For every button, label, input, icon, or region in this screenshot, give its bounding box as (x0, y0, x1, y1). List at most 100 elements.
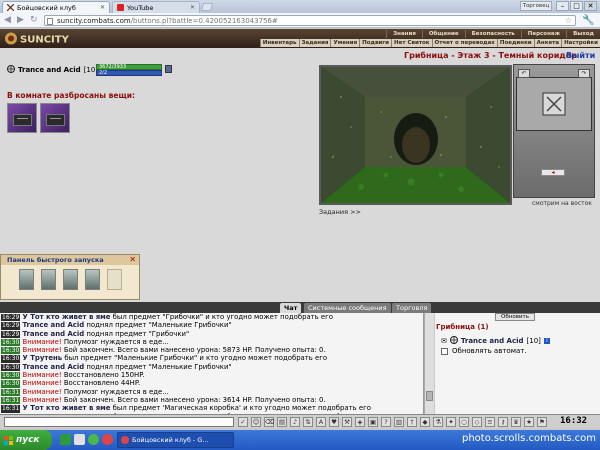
bag-icon[interactable]: ▣ (368, 417, 378, 427)
chat-sender-name[interactable]: Trance and Acid (23, 321, 85, 329)
chat-timestamp[interactable]: 16:31 (1, 388, 21, 396)
ring-icon[interactable]: ○ (459, 417, 469, 427)
tools-icon[interactable]: ⚒ (342, 417, 352, 427)
menu-communication[interactable]: Общение (421, 30, 465, 38)
tab-youtube[interactable]: YouTube ✕ (112, 1, 200, 13)
chrome-icon[interactable] (102, 434, 113, 445)
menu-inventory[interactable]: Инвентарь (259, 39, 299, 47)
auto-refresh-option[interactable]: Обновлять автомат. (441, 347, 527, 355)
chat-timestamp[interactable]: 16:29 (1, 322, 21, 330)
chat-timestamp[interactable]: 16:29 (1, 314, 21, 322)
refresh-button[interactable]: Обновить (495, 313, 535, 321)
menu-exit[interactable]: Выход (566, 30, 600, 38)
tab-fight-club[interactable]: Бойцовский клуб ✕ (2, 1, 110, 13)
gem-icon[interactable]: ◇ (472, 417, 482, 427)
exit-link[interactable]: Выйти (566, 51, 595, 60)
star-icon[interactable]: ★ (524, 417, 534, 427)
suncity-logo[interactable]: SUNCITY (4, 31, 76, 46)
menu-skills[interactable]: Умения (330, 39, 359, 47)
tab-trade[interactable]: Торговля (392, 303, 432, 313)
tab-chat[interactable]: Чат (280, 303, 302, 313)
chat-timestamp[interactable]: 16:30 (1, 363, 21, 372)
menu-knowledge[interactable]: Знания (386, 30, 422, 38)
address-bar[interactable]: suncity.combats.com/buttons.pl?battle=0.… (44, 15, 576, 26)
dungeon-3d-view[interactable] (319, 65, 512, 205)
book-icon[interactable]: ▥ (394, 417, 404, 427)
dropped-item-slot[interactable] (40, 103, 70, 133)
minimap[interactable] (516, 77, 592, 131)
menu-quests[interactable]: Задания (298, 39, 331, 47)
translit-icon[interactable]: А (316, 417, 326, 427)
chat-sender-name[interactable]: Trance and Acid (23, 363, 85, 371)
tasks-link[interactable]: Задания >> (319, 208, 361, 216)
chat-sender-name[interactable]: У Трутень (23, 354, 63, 362)
quick-slot[interactable] (85, 269, 100, 290)
filter-icon[interactable]: ▤ (277, 417, 287, 427)
start-button[interactable]: пуск (0, 430, 52, 450)
sword-icon[interactable]: † (407, 417, 417, 427)
menu-feats[interactable]: Подвиги (359, 39, 391, 47)
close-icon[interactable]: ✕ (129, 255, 136, 265)
smiley-icon[interactable]: ☺ (251, 417, 261, 427)
key-icon[interactable]: ⚷ (498, 417, 508, 427)
quick-launch-app-icon[interactable] (88, 434, 99, 445)
quick-slot[interactable] (41, 269, 56, 290)
turn-left-button[interactable]: ↶ (518, 69, 530, 78)
menu-no-scroll[interactable]: Нет Свиток (391, 39, 432, 47)
tab-system-messages[interactable]: Системные сообщения (304, 303, 391, 313)
send-button[interactable]: ✓ (238, 417, 248, 427)
dropped-item-slot[interactable] (7, 103, 37, 133)
quick-launch-app-icon[interactable] (74, 434, 85, 445)
menu-profile[interactable]: Анкета (533, 39, 561, 47)
chat-input[interactable] (4, 417, 234, 427)
minimize-icon[interactable]: – (556, 1, 569, 11)
chat-timestamp[interactable]: 16:29 (1, 330, 21, 338)
crown-icon[interactable]: ♛ (511, 417, 521, 427)
quick-slot[interactable] (107, 269, 122, 290)
quick-slot[interactable] (19, 269, 34, 290)
chat-timestamp[interactable]: 16:30 (1, 380, 21, 388)
back-arrow-icon[interactable]: ◀ (4, 16, 11, 25)
info-icon[interactable]: i (543, 338, 550, 344)
room-user-name[interactable]: Trance and Acid (461, 337, 524, 345)
help-icon[interactable]: ? (381, 417, 391, 427)
chat-scrollbar[interactable] (424, 313, 434, 414)
close-icon[interactable]: ✕ (100, 4, 105, 11)
star-icon[interactable]: ☆ (565, 16, 572, 26)
chat-timestamp[interactable]: 16:30 (1, 347, 21, 355)
forward-arrow-icon[interactable]: ▶ (17, 16, 24, 25)
clear-icon[interactable]: ⌫ (264, 417, 274, 427)
chat-sender-name[interactable]: Trance and Acid (23, 330, 85, 338)
menu-character[interactable]: Персонаж (520, 30, 566, 38)
potion-icon[interactable]: ⚗ (433, 417, 443, 427)
chat-timestamp[interactable]: 16:31 (1, 405, 21, 413)
scroll-thumb[interactable] (426, 391, 433, 401)
scroll-icon[interactable]: ⇅ (303, 417, 313, 427)
chat-timestamp[interactable]: 16:30 (1, 372, 21, 380)
maximize-icon[interactable]: □ (570, 1, 583, 11)
menu-settings[interactable]: Настройки (561, 39, 600, 47)
taskbar-window-fight-club[interactable]: Бойцовский клуб - G... (117, 432, 234, 448)
wrench-icon[interactable]: 🔧 (582, 15, 594, 26)
step-back-button[interactable]: ◂ (541, 169, 565, 176)
shield-icon[interactable]: ◆ (420, 417, 430, 427)
close-window-icon[interactable]: ✕ (584, 1, 597, 11)
character-name[interactable]: Trance and Acid (18, 66, 81, 74)
private-message-icon[interactable]: ✉ (441, 337, 447, 345)
chat-timestamp[interactable]: 16:30 (1, 355, 21, 363)
menu-duels[interactable]: Поединки (496, 39, 534, 47)
new-tab-button[interactable] (200, 3, 214, 11)
chat-sender-name[interactable]: У Тот кто живет в яме (23, 313, 111, 321)
chat-timestamp[interactable]: 16:31 (1, 396, 21, 405)
chat-sender-name[interactable]: У Тот кто живет в яме (23, 404, 111, 412)
close-icon[interactable]: ✕ (190, 4, 195, 11)
gift-icon[interactable]: ✦ (446, 417, 456, 427)
menu-transfer-report[interactable]: Отчет о переводах (431, 39, 497, 47)
map-icon[interactable]: ◈ (355, 417, 365, 427)
quick-launch-app-icon[interactable] (60, 434, 71, 445)
reload-icon[interactable]: ↻ (30, 16, 38, 25)
emotion-icon[interactable]: ♥ (329, 417, 339, 427)
sound-icon[interactable]: ♪ (290, 417, 300, 427)
inventory-icon[interactable] (165, 65, 172, 73)
chat-log[interactable]: 16:29 У Тот кто живет в яме был предмет … (0, 313, 424, 414)
